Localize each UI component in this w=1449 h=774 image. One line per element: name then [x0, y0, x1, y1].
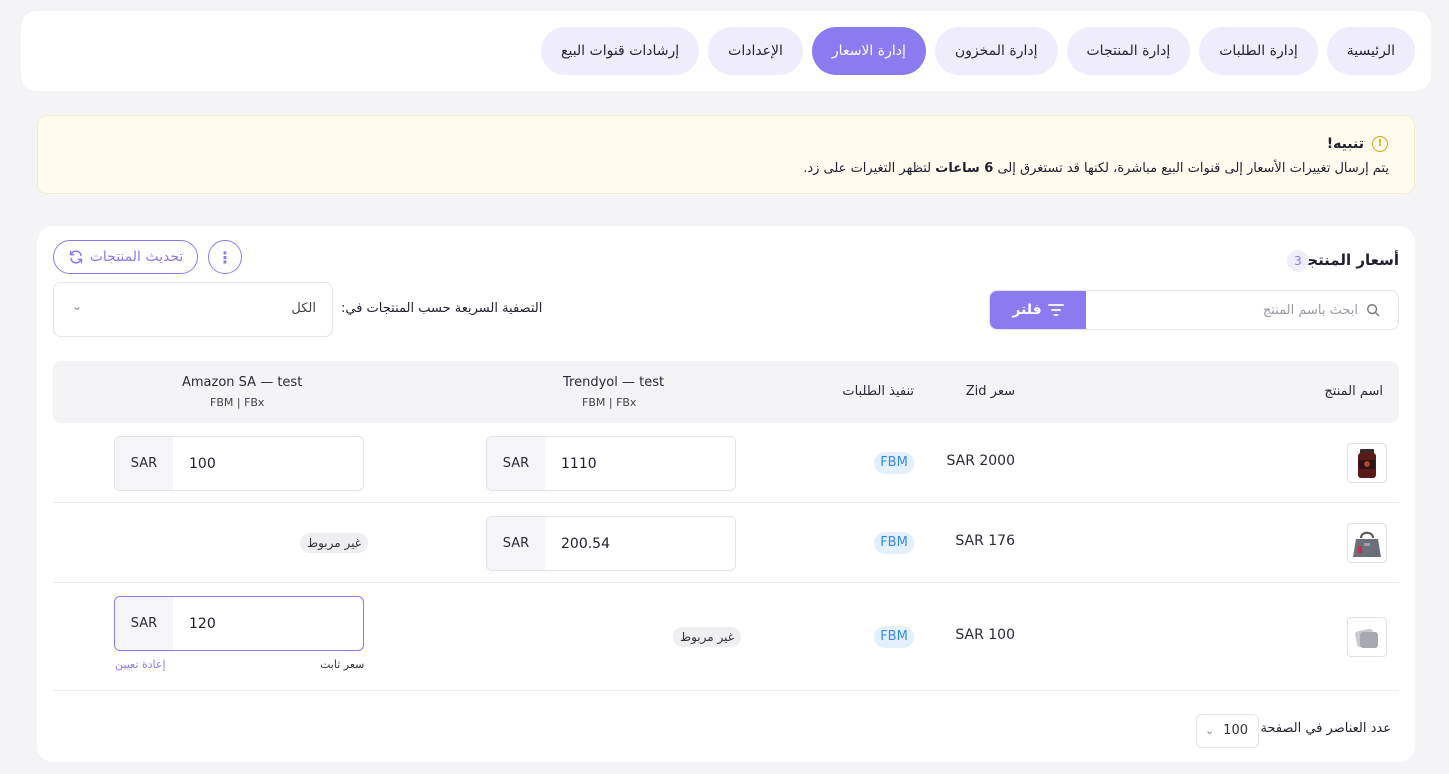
refresh-products-button[interactable]: تحديث المنتجات [53, 240, 198, 274]
fixed-price-label: سعر ثابت [320, 658, 365, 671]
placeholder-image-icon [1355, 628, 1378, 648]
table-row: SAR 176 FBM SAR غير مربوط [53, 503, 1399, 583]
tab-settings[interactable]: الإعدادات [708, 27, 803, 75]
per-page-label: عدد العناصر في الصفحة [1260, 721, 1391, 736]
chevron-down-icon: ⌄ [1205, 724, 1215, 737]
tab-channel-guides[interactable]: إرشادات قنوات البيع [541, 27, 700, 75]
reset-price-link[interactable]: إعادة تعيين [115, 658, 166, 671]
amazon-price-input[interactable] [173, 597, 363, 650]
pricing-alert: ! تنبيه! يتم إرسال تغييرات الأسعار إلى ق… [37, 115, 1415, 194]
per-page-select[interactable]: 100 ⌄ [1196, 714, 1259, 748]
currency-label: SAR [115, 597, 173, 650]
refresh-button-label: تحديث المنتجات [89, 249, 184, 265]
alert-title: تنبيه! [1326, 136, 1364, 152]
quick-filter-label: التصفية السريعة حسب المنتجات في: [341, 301, 543, 316]
search-input[interactable] [1098, 291, 1358, 329]
search-icon [1367, 304, 1380, 317]
more-vertical-icon: ⋮ [217, 247, 233, 267]
table-row: SAR 100 FBM غير مربوط SAR سعر ثابت إعادة… [53, 583, 1399, 691]
tab-home[interactable]: الرئيسية [1326, 27, 1415, 75]
header-product-name: اسم المنتج [1324, 384, 1383, 399]
trendyol-price-input[interactable] [545, 517, 735, 570]
header-fulfillment: تنفيذ الطلبات [842, 384, 914, 399]
trendyol-price-field: SAR [486, 436, 736, 491]
nav-tabs: الرئيسية إدارة الطلبات إدارة المنتجات إد… [541, 27, 1415, 75]
amazon-price-field: SAR [114, 596, 364, 651]
zid-price: SAR 100 [955, 627, 1015, 643]
header-trendyol-sub: FBM | FBx [582, 396, 637, 409]
header-zid-price: سعر Zid [965, 384, 1015, 399]
currency-label: SAR [487, 437, 545, 490]
product-thumbnail[interactable] [1347, 443, 1387, 483]
amazon-price-input[interactable] [173, 437, 363, 490]
per-page-value: 100 [1223, 723, 1248, 738]
filter-button[interactable]: فلتر [990, 291, 1086, 329]
fulfillment-badge: FBM [874, 452, 914, 474]
header-amazon-sub: FBM | FBx [210, 396, 265, 409]
header-trendyol: Trendyol — test [563, 375, 665, 390]
trendyol-price-input[interactable] [545, 437, 735, 490]
tab-products[interactable]: إدارة المنتجات [1066, 27, 1191, 75]
fulfillment-badge: FBM [874, 626, 914, 648]
amazon-price-field: SAR [114, 436, 364, 491]
filter-icon [1047, 304, 1064, 316]
trendyol-unlinked-badge: غير مربوط [673, 627, 742, 647]
refresh-icon [69, 250, 82, 264]
zid-price: SAR 176 [955, 533, 1015, 549]
zid-price: SAR 2000 [946, 453, 1015, 469]
header-amazon: Amazon SA — test [182, 375, 303, 390]
top-nav: الرئيسية إدارة الطلبات إدارة المنتجات إد… [21, 11, 1431, 91]
filter-button-label: فلتر [1012, 302, 1042, 318]
fulfillment-badge: FBM [874, 532, 914, 554]
warning-circle-icon: ! [1372, 136, 1388, 152]
tab-orders[interactable]: إدارة الطلبات [1199, 27, 1318, 75]
handbag-product-image [1353, 531, 1381, 557]
chevron-down-icon: ⌄ [72, 299, 83, 313]
more-options-button[interactable]: ⋮ [208, 240, 242, 274]
table-header: اسم المنتج سعر Zid تنفيذ الطلبات Trendyo… [53, 361, 1399, 423]
jar-product-image [1358, 449, 1376, 478]
quick-filter-value: الكل [291, 301, 316, 316]
table-row: SAR 2000 FBM SAR SAR [53, 423, 1399, 503]
amazon-unlinked-badge: غير مربوط [300, 533, 369, 553]
tab-inventory[interactable]: إدارة المخزون [934, 27, 1058, 75]
product-thumbnail[interactable] [1347, 617, 1387, 657]
products-pricing-card: أسعار المنتجات 3 تحديث المنتجات ⋮ فلتر ا… [37, 226, 1415, 762]
products-count-badge: 3 [1287, 250, 1309, 272]
tab-pricing[interactable]: إدارة الاسعار [811, 27, 926, 75]
product-thumbnail[interactable] [1347, 523, 1387, 563]
trendyol-price-field: SAR [486, 516, 736, 571]
product-search: فلتر [989, 290, 1399, 330]
currency-label: SAR [115, 437, 173, 490]
quick-filter-select[interactable]: الكل ⌄ [53, 282, 333, 337]
alert-message: يتم إرسال تغييرات الأسعار إلى قنوات البي… [803, 161, 1389, 176]
currency-label: SAR [487, 517, 545, 570]
